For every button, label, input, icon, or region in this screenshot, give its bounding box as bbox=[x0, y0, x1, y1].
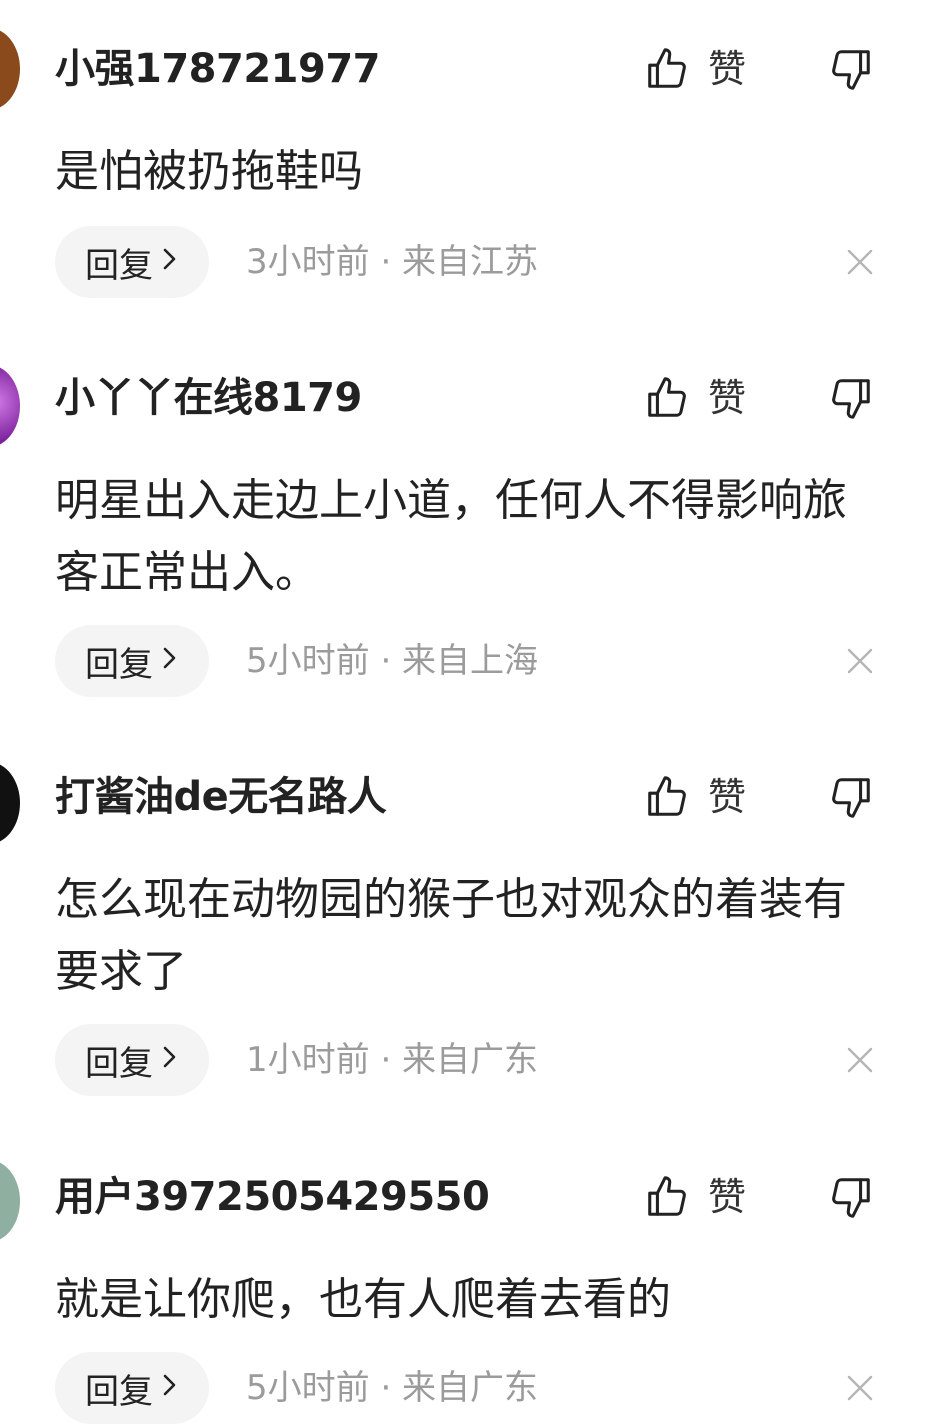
dislike-button[interactable] bbox=[828, 1174, 876, 1222]
comment-username[interactable]: 小丫丫在线8179 bbox=[55, 373, 362, 423]
comment-username[interactable]: 用户3972505429550 bbox=[55, 1172, 490, 1222]
reply-button[interactable]: 回复 bbox=[55, 625, 209, 697]
comment-time-location: 5小时前 · 来自广东 bbox=[246, 1368, 539, 1408]
comment-meta-row: 回复 1小时前 · 来自广东 bbox=[0, 1024, 940, 1096]
chevron-right-icon bbox=[161, 1371, 179, 1406]
thumbs-up-icon bbox=[644, 46, 690, 92]
like-label: 赞 bbox=[708, 376, 747, 420]
chevron-right-icon bbox=[161, 1043, 179, 1078]
thumbs-down-icon bbox=[828, 1174, 876, 1220]
dislike-button[interactable] bbox=[828, 46, 876, 94]
comment-meta-row: 回复 5小时前 · 来自上海 bbox=[0, 625, 940, 697]
reply-button[interactable]: 回复 bbox=[55, 226, 209, 298]
thumbs-up-icon bbox=[644, 375, 690, 421]
comment-username[interactable]: 小强178721977 bbox=[55, 44, 381, 94]
reply-button[interactable]: 回复 bbox=[55, 1352, 209, 1424]
like-button[interactable]: 赞 bbox=[644, 772, 746, 822]
comment-username[interactable]: 打酱油de无名路人 bbox=[55, 772, 387, 822]
close-icon[interactable] bbox=[844, 246, 876, 278]
like-button[interactable]: 赞 bbox=[644, 373, 746, 423]
close-icon[interactable] bbox=[844, 1372, 876, 1404]
comment-meta-row: 回复 5小时前 · 来自广东 bbox=[0, 1352, 940, 1424]
comment-meta-row: 回复 3小时前 · 来自江苏 bbox=[0, 226, 940, 298]
like-button[interactable]: 赞 bbox=[644, 44, 746, 94]
chevron-right-icon bbox=[161, 644, 179, 679]
close-icon[interactable] bbox=[844, 1044, 876, 1076]
avatar[interactable] bbox=[0, 1160, 20, 1242]
dislike-button[interactable] bbox=[828, 774, 876, 822]
like-label: 赞 bbox=[708, 47, 747, 91]
thumbs-up-icon bbox=[644, 1174, 690, 1220]
thumbs-down-icon bbox=[828, 375, 876, 421]
comment-text: 怎么现在动物园的猴子也对观众的着装有要求了 bbox=[55, 874, 847, 997]
comment-text: 就是让你爬，也有人爬着去看的 bbox=[55, 1274, 671, 1325]
reply-label: 回复 bbox=[85, 1043, 153, 1084]
dislike-button[interactable] bbox=[828, 375, 876, 423]
comment-time-location: 3小时前 · 来自江苏 bbox=[246, 242, 539, 282]
comment-time-location: 5小时前 · 来自上海 bbox=[246, 641, 539, 681]
avatar[interactable] bbox=[0, 762, 20, 844]
like-button[interactable]: 赞 bbox=[644, 1172, 746, 1222]
thumbs-down-icon bbox=[828, 46, 876, 92]
reply-label: 回复 bbox=[85, 245, 153, 286]
comment-text: 明星出入走边上小道，任何人不得影响旅客正常出入。 bbox=[55, 475, 847, 598]
like-label: 赞 bbox=[708, 1175, 747, 1219]
like-label: 赞 bbox=[708, 775, 747, 819]
reply-button[interactable]: 回复 bbox=[55, 1024, 209, 1096]
thumbs-down-icon bbox=[828, 774, 876, 820]
avatar[interactable] bbox=[0, 28, 20, 110]
comment-time-location: 1小时前 · 来自广东 bbox=[246, 1040, 539, 1080]
thumbs-up-icon bbox=[644, 774, 690, 820]
reply-label: 回复 bbox=[85, 1371, 153, 1412]
avatar[interactable] bbox=[0, 365, 20, 447]
close-icon[interactable] bbox=[844, 645, 876, 677]
chevron-right-icon bbox=[161, 245, 179, 280]
reply-label: 回复 bbox=[85, 644, 153, 685]
comment-text: 是怕被扔拖鞋吗 bbox=[55, 146, 363, 197]
